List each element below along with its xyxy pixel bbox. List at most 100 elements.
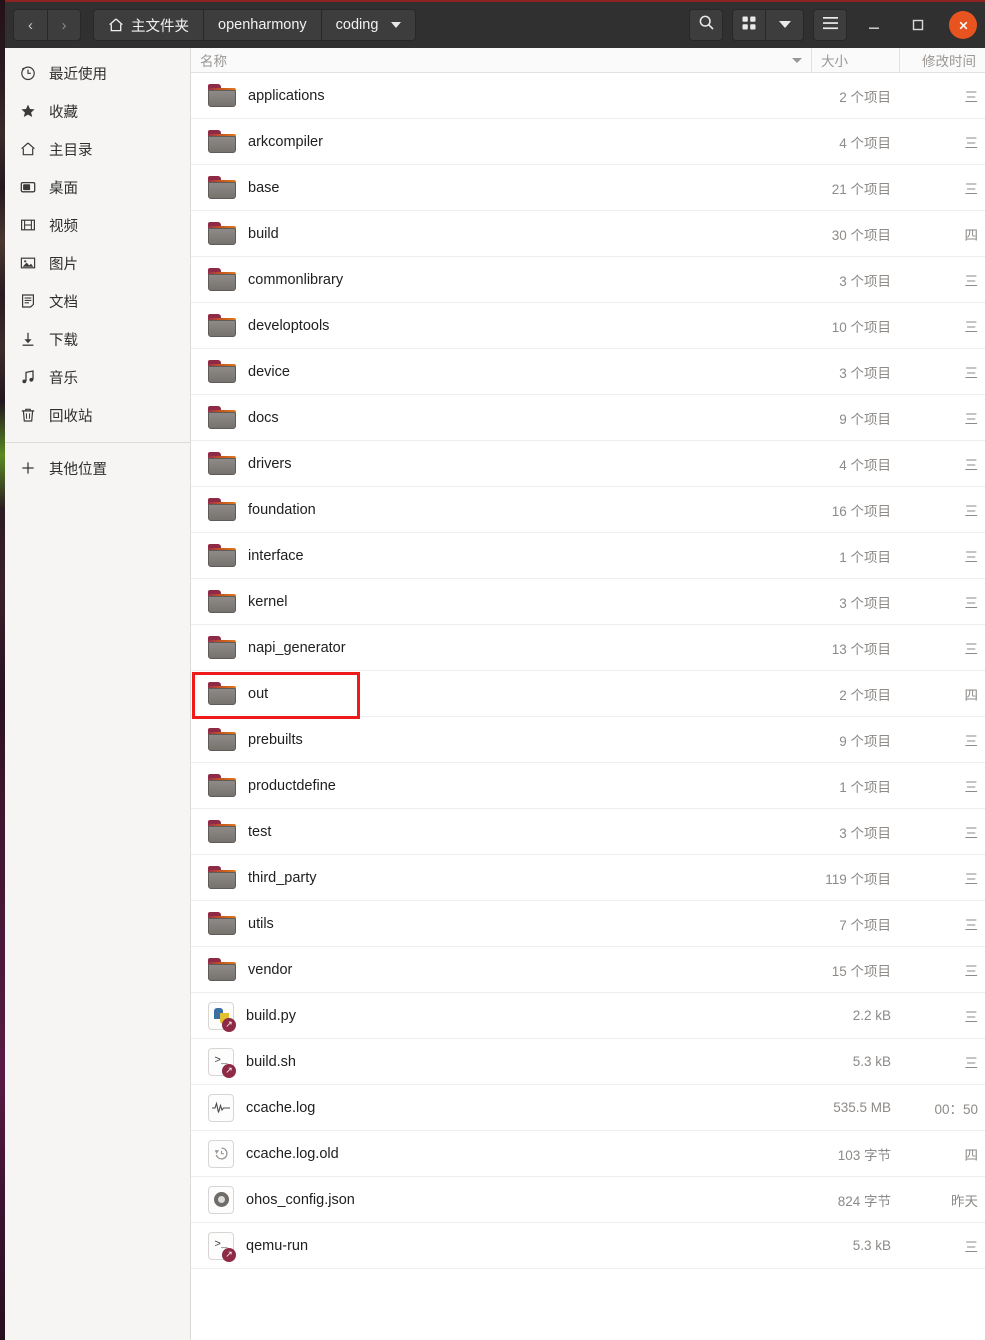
column-header-name[interactable]: 名称 [191,48,811,72]
file-name-label: arkcompiler [248,133,323,150]
table-row[interactable]: kernel 3 个项目 三 [191,579,985,625]
folder-icon [208,129,236,154]
chevron-down-icon [391,22,402,28]
file-name-cell[interactable]: vendor [191,957,811,982]
view-options-dropdown[interactable] [766,9,804,41]
breadcrumb-item-home[interactable]: 主文件夹 [93,9,203,41]
file-name-cell[interactable]: ↗ build.py [191,1001,811,1032]
file-name-cell[interactable]: kernel [191,589,811,614]
file-name-cell[interactable]: foundation [191,497,811,522]
file-name-cell[interactable]: commonlibrary [191,267,811,292]
minimize-icon [869,27,879,29]
file-name-cell[interactable]: build [191,221,811,246]
table-row[interactable]: device 3 个项目 三 [191,349,985,395]
main-menu-button[interactable] [813,9,847,41]
file-name-cell[interactable]: productdefine [191,773,811,798]
table-row[interactable]: vendor 15 个项目 三 [191,947,985,993]
backup-file-icon [208,1139,234,1168]
file-size-cell: 103 字节 [837,1147,891,1163]
file-name-cell[interactable]: >_ ↗ qemu-run [191,1231,811,1262]
table-row[interactable]: drivers 4 个项目 三 [191,441,985,487]
minimize-button[interactable] [857,8,891,42]
table-row[interactable]: applications 2 个项目 三 [191,73,985,119]
table-row[interactable]: third_party 119 个项目 三 [191,855,985,901]
sidebar-item-videos[interactable]: 视频 [5,206,190,244]
table-row[interactable]: prebuilts 9 个项目 三 [191,717,985,763]
file-name-label: productdefine [248,777,336,794]
breadcrumb-item-openharmony[interactable]: openharmony [203,9,321,41]
table-row[interactable]: productdefine 1 个项目 三 [191,763,985,809]
file-name-cell[interactable]: >_ ↗ build.sh [191,1047,811,1078]
file-name-cell[interactable]: prebuilts [191,727,811,752]
folder-icon [208,911,236,936]
sidebar-item-home[interactable]: 主目录 [5,130,190,168]
table-row[interactable]: >_ ↗ qemu-run 5.3 kB 三 [191,1223,985,1269]
table-row[interactable]: build 30 个项目 四 [191,211,985,257]
file-size-cell: 4 个项目 [839,135,891,151]
file-modified-cell: 三 [964,273,979,289]
sidebar-item-music[interactable]: 音乐 [5,358,190,396]
table-row[interactable]: interface 1 个项目 三 [191,533,985,579]
table-row[interactable]: commonlibrary 3 个项目 三 [191,257,985,303]
file-name-cell[interactable]: napi_generator [191,635,811,660]
table-row[interactable]: arkcompiler 4 个项目 三 [191,119,985,165]
table-row[interactable]: test 3 个项目 三 [191,809,985,855]
table-row[interactable]: ccache.log.old 103 字节 四 [191,1131,985,1177]
sidebar-item-label: 回收站 [49,408,93,425]
history-glyph [214,1147,228,1160]
file-name-cell[interactable]: out [191,681,811,706]
table-row[interactable]: foundation 16 个项目 三 [191,487,985,533]
table-row[interactable]: ↗ build.py 2.2 kB 三 [191,993,985,1039]
file-name-cell[interactable]: interface [191,543,811,568]
file-name-cell[interactable]: base [191,175,811,200]
sidebar-item-trash[interactable]: 回收站 [5,396,190,434]
sidebar-item-label: 下载 [49,332,78,349]
file-name-label: napi_generator [248,639,346,656]
breadcrumb-label: coding [335,17,379,33]
breadcrumb-item-coding[interactable]: coding [320,9,417,41]
file-name-label: third_party [248,869,317,886]
file-name-cell[interactable]: applications [191,83,811,108]
maximize-button[interactable] [901,8,935,42]
sidebar-item-recent[interactable]: 最近使用 [5,54,190,92]
file-size-cell: 10 个项目 [831,319,891,335]
shell-file-icon: >_ ↗ [208,1231,236,1262]
table-row[interactable]: >_ ↗ build.sh 5.3 kB 三 [191,1039,985,1085]
close-button[interactable] [949,11,977,39]
back-button[interactable]: ‹ [13,9,47,41]
column-header-time[interactable]: 修改时间 [899,48,985,72]
file-name-cell[interactable]: ohos_config.json [191,1185,811,1214]
file-name-cell[interactable]: test [191,819,811,844]
file-name-cell[interactable]: third_party [191,865,811,890]
table-row[interactable]: developtools 10 个项目 三 [191,303,985,349]
file-name-cell[interactable]: drivers [191,451,811,476]
grid-view-button[interactable] [732,9,766,41]
table-row[interactable]: ohos_config.json 824 字节 昨天 [191,1177,985,1223]
table-row[interactable]: out 2 个项目 四 [191,671,985,717]
sidebar-item-documents[interactable]: 文档 [5,282,190,320]
forward-button[interactable]: › [47,9,81,41]
table-row[interactable]: ccache.log 535.5 MB 00：50 [191,1085,985,1131]
file-name-cell[interactable]: utils [191,911,811,936]
file-name-label: build.py [246,1007,296,1024]
file-name-cell[interactable]: ccache.log [191,1093,811,1122]
file-name-cell[interactable]: arkcompiler [191,129,811,154]
sidebar-item-starred[interactable]: 收藏 [5,92,190,130]
sidebar-item-other-locations[interactable]: 其他位置 [5,449,190,487]
table-row[interactable]: base 21 个项目 三 [191,165,985,211]
file-modified-cell: 三 [964,503,979,519]
table-row[interactable]: napi_generator 13 个项目 三 [191,625,985,671]
file-name-cell[interactable]: device [191,359,811,384]
sidebar-item-downloads[interactable]: 下载 [5,320,190,358]
sidebar-item-pictures[interactable]: 图片 [5,244,190,282]
file-name-cell[interactable]: ccache.log.old [191,1139,811,1168]
column-header-size[interactable]: 大小 [811,48,899,72]
file-size-cell: 5.3 kB [852,1054,891,1069]
chevron-down-icon [778,16,792,34]
file-name-cell[interactable]: developtools [191,313,811,338]
search-button[interactable] [689,9,723,41]
file-name-cell[interactable]: docs [191,405,811,430]
table-row[interactable]: docs 9 个项目 三 [191,395,985,441]
table-row[interactable]: utils 7 个项目 三 [191,901,985,947]
sidebar-item-desktop[interactable]: 桌面 [5,168,190,206]
